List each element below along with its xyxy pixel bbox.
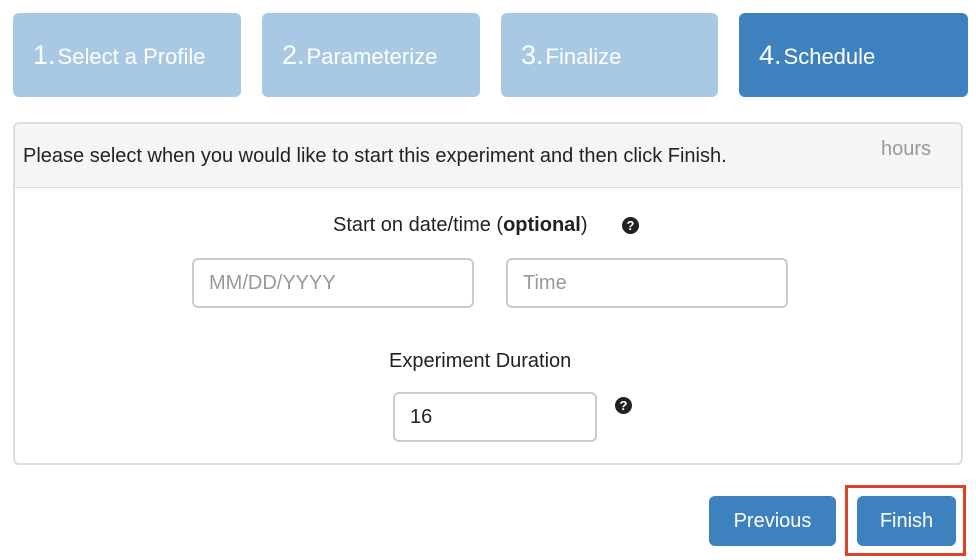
start-label-prefix: Start on date/time ( [333,214,504,236]
experiment-duration-input[interactable] [393,392,597,442]
previous-button[interactable]: Previous [709,496,836,546]
start-date-input[interactable] [192,258,474,308]
start-help-question-icon[interactable]: ? [622,217,639,234]
step-label: Finalize [545,44,622,69]
start-time-input[interactable] [506,258,788,308]
start-label-optional: optional [503,214,581,236]
step-label: Parameterize [306,44,438,69]
step-finalize[interactable]: 3. Finalize [501,13,718,97]
step-number: 2. [282,39,305,70]
hours-hint: hours [880,138,931,160]
step-label: Select a Profile [57,44,206,69]
step-number: 1. [33,39,56,70]
duration-help-question-icon[interactable]: ? [615,397,632,414]
instruction-text: Please select when you would like to sta… [23,145,727,167]
experiment-duration-label: Experiment Duration [389,350,572,372]
step-select-profile[interactable]: 1. Select a Profile [13,13,241,97]
step-number: 4. [759,39,782,70]
step-number: 3. [521,39,544,70]
finish-button[interactable]: Finish [857,496,956,546]
start-label-suffix: ) [580,214,588,236]
step-label: Schedule [783,44,876,69]
panel-heading: Please select when you would like to sta… [15,124,961,188]
start-datetime-label: Start on date/time (optional) [333,214,588,237]
step-parameterize[interactable]: 2. Parameterize [262,13,480,97]
schedule-panel: Please select when you would like to sta… [13,122,963,465]
step-schedule[interactable]: 4. Schedule [739,13,968,97]
